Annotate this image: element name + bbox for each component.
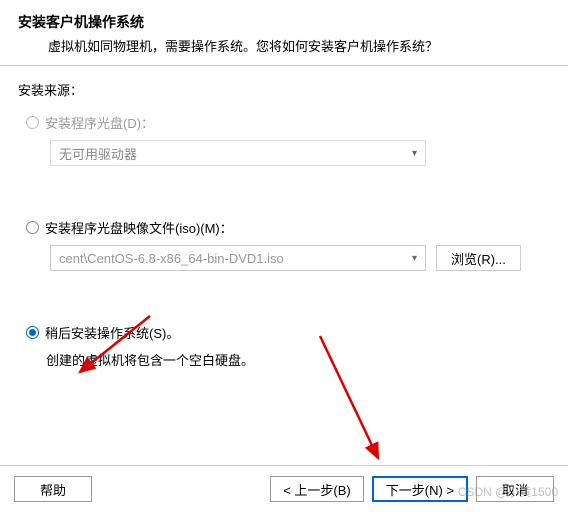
content-area: 安装来源： 安装程序光盘(D)： 无可用驱动器 ▾ 安装程序光盘映像文件(iso… (0, 66, 568, 369)
next-button[interactable]: 下一步(N) > (372, 476, 468, 502)
page-subtitle: 虚拟机如同物理机，需要操作系统。您将如何安装客户机操作系统？ (18, 36, 550, 55)
page-title: 安装客户机操作系统 (18, 12, 550, 32)
option-later-description: 创建的虚拟机将包含一个空白硬盘。 (18, 350, 550, 369)
help-button[interactable]: 帮助 (14, 476, 92, 502)
chevron-down-icon: ▾ (412, 148, 417, 159)
option-install-later[interactable]: 稍后安装操作系统(S)。 (18, 323, 550, 342)
disc-drive-value: 无可用驱动器 (59, 144, 137, 163)
wizard-header: 安装客户机操作系统 虚拟机如同物理机，需要操作系统。您将如何安装客户机操作系统？ (0, 0, 568, 65)
back-button[interactable]: < 上一步(B) (270, 476, 364, 502)
source-label: 安装来源： (18, 80, 550, 99)
radio-disc[interactable] (26, 116, 39, 129)
option-later-label: 稍后安装操作系统(S)。 (45, 323, 179, 342)
browse-button[interactable]: 浏览(R)... (436, 245, 521, 271)
option-iso-label: 安装程序光盘映像文件(iso)(M)： (45, 218, 233, 237)
radio-iso[interactable] (26, 221, 39, 234)
disc-drive-dropdown[interactable]: 无可用驱动器 ▾ (50, 140, 426, 166)
iso-path-value: cent\CentOS-6.8-x86_64-bin-DVD1.iso (59, 251, 284, 266)
watermark-text: CSDN @小黄1500 (458, 483, 558, 500)
option-installer-disc[interactable]: 安装程序光盘(D)： (18, 113, 550, 132)
chevron-down-icon: ▾ (412, 253, 417, 264)
option-iso-file[interactable]: 安装程序光盘映像文件(iso)(M)： (18, 218, 550, 237)
iso-path-input[interactable]: cent\CentOS-6.8-x86_64-bin-DVD1.iso ▾ (50, 245, 426, 271)
option-disc-label: 安装程序光盘(D)： (45, 113, 154, 132)
radio-later[interactable] (26, 326, 39, 339)
